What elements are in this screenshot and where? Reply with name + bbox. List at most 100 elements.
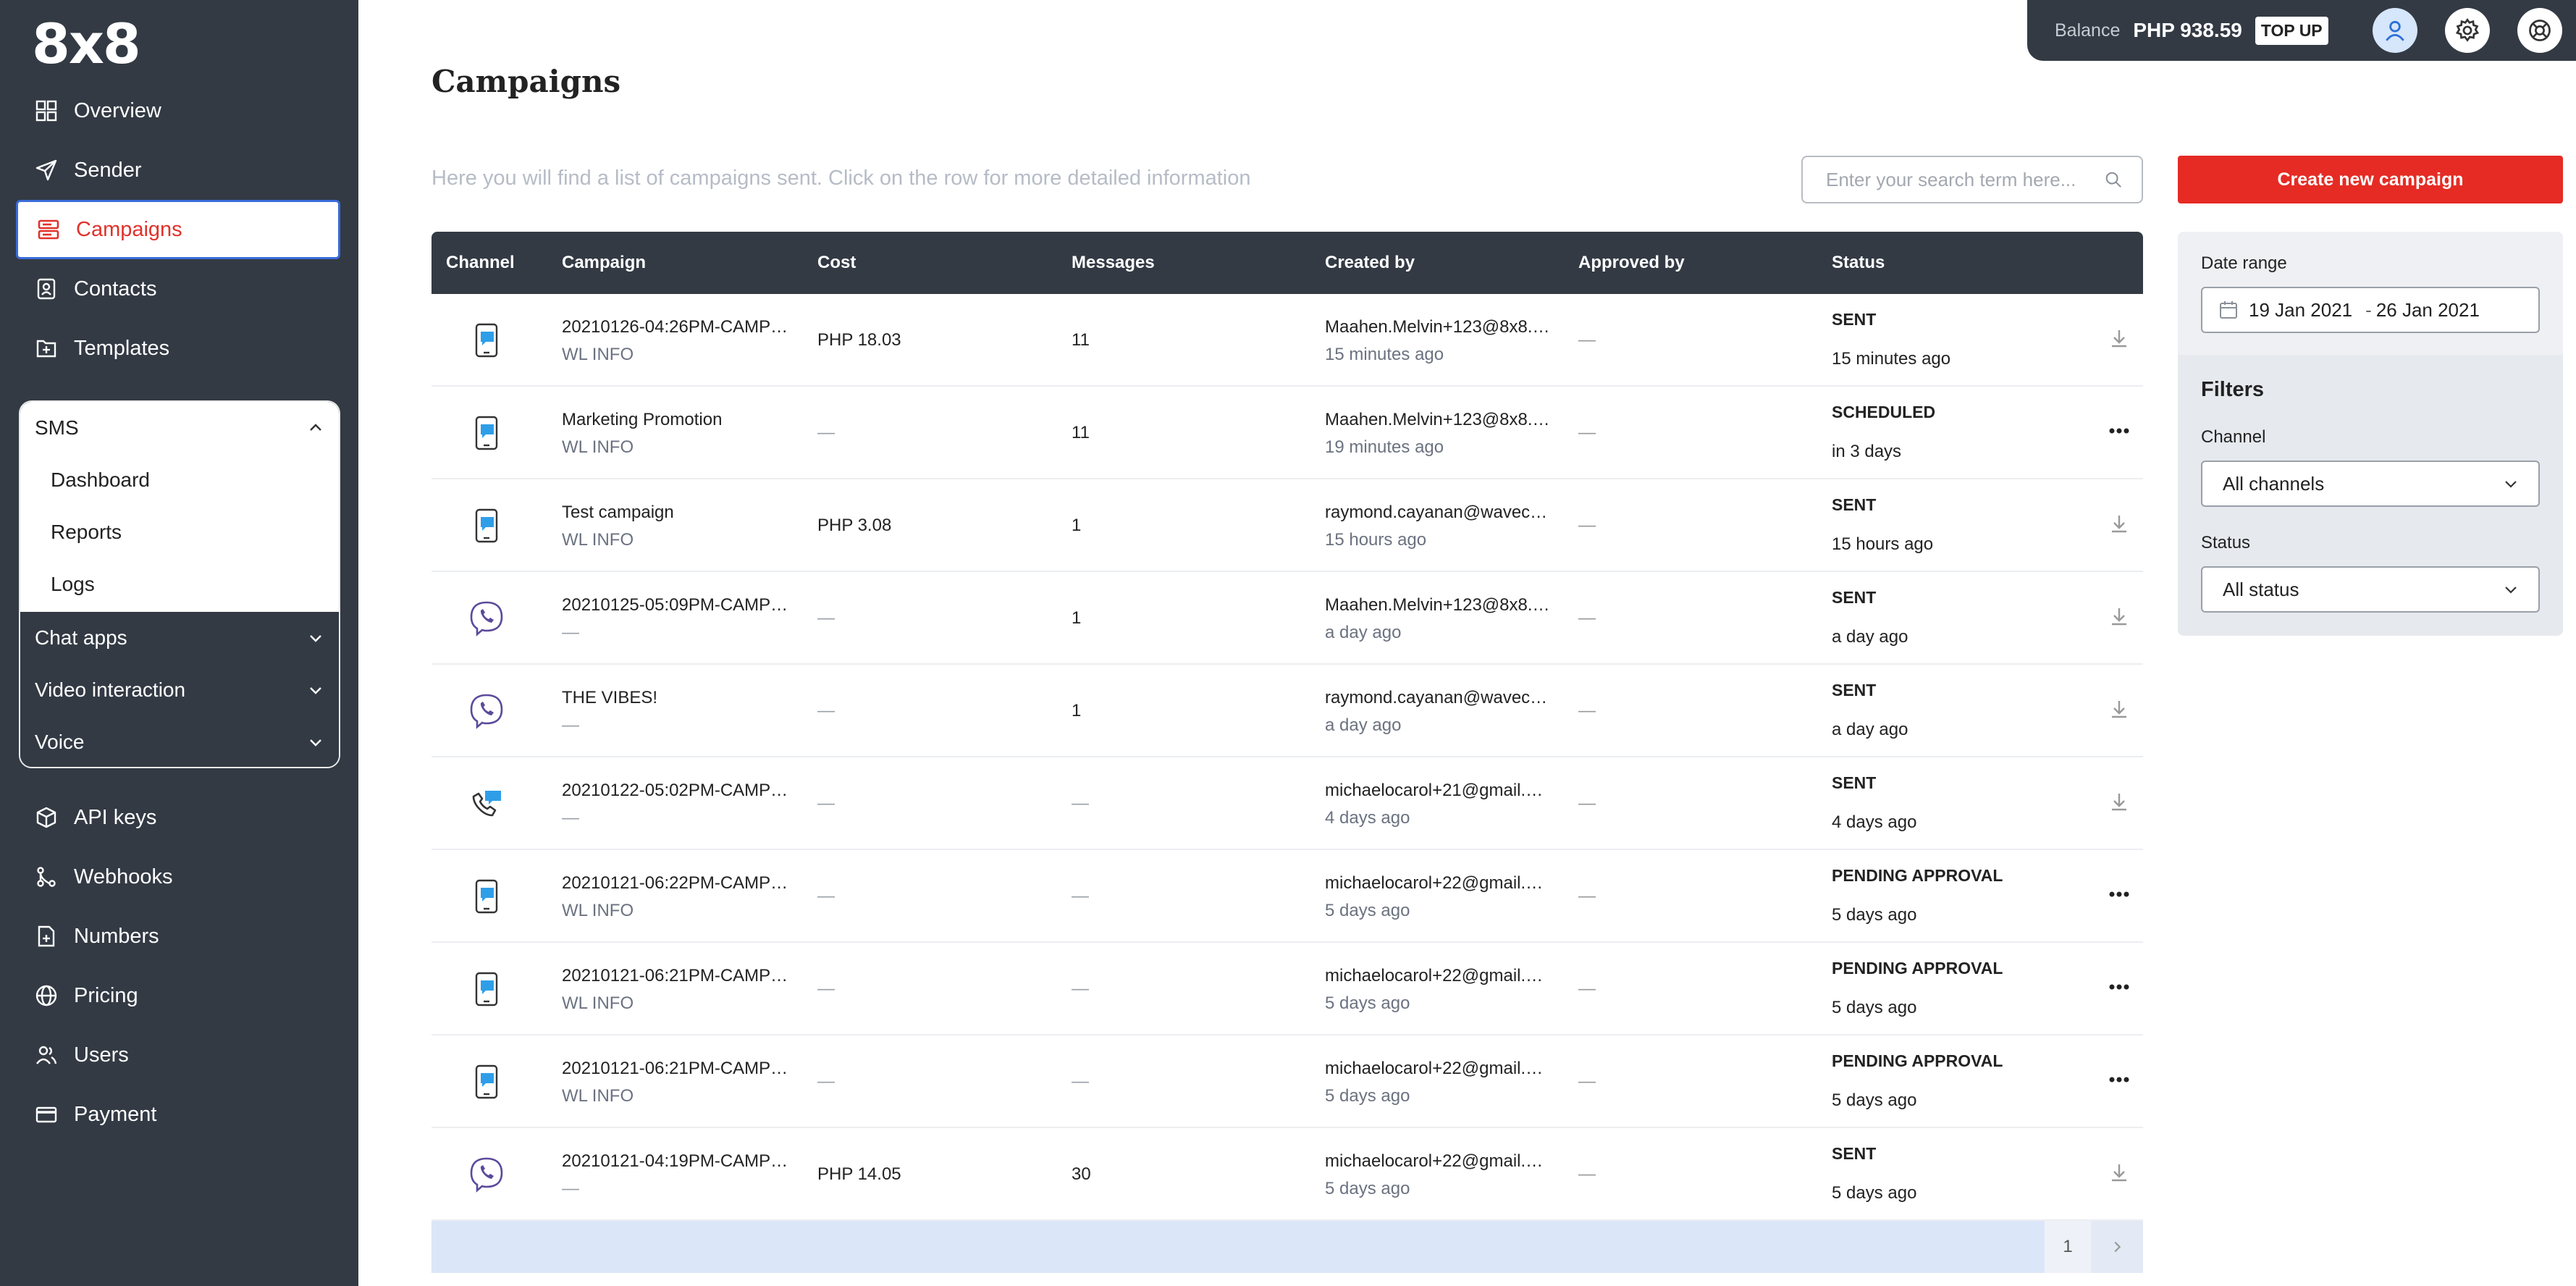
header-messages: Messages xyxy=(1072,253,1155,272)
status-badge: SENT xyxy=(1832,588,1877,607)
sms-group-toggle[interactable]: SMS xyxy=(20,402,339,454)
sms-sub-dashboard[interactable]: Dashboard xyxy=(20,454,339,506)
next-page-button[interactable] xyxy=(2091,1221,2143,1273)
nav-users[interactable]: Users xyxy=(16,1025,340,1085)
campaign-cost: — xyxy=(817,608,835,628)
download-button[interactable] xyxy=(2107,326,2131,350)
nav-templates-label: Templates xyxy=(74,336,170,360)
date-to[interactable]: 26 Jan 2021 xyxy=(2376,299,2480,322)
nav-pricing-label: Pricing xyxy=(74,983,138,1007)
created-time: 5 days ago xyxy=(1325,1086,1410,1106)
table-row[interactable]: 20210121-06:21PM-CAMP… WL INFO — — michaeloc… xyxy=(432,943,2143,1035)
campaigns-icon xyxy=(34,215,63,244)
campaign-messages: 30 xyxy=(1072,1164,1091,1184)
campaign-cost: PHP 14.05 xyxy=(817,1164,901,1184)
created-by: raymond.cayanan@wavec… xyxy=(1325,688,1548,707)
sms-channel-icon xyxy=(466,413,507,453)
campaign-name: Test campaign xyxy=(562,503,674,522)
numbers-icon xyxy=(32,922,61,951)
download-button[interactable] xyxy=(2107,789,2131,814)
create-campaign-button[interactable]: Create new campaign xyxy=(2178,156,2563,203)
approved-by: — xyxy=(1578,701,1596,720)
campaign-sender: WL INFO xyxy=(562,530,634,550)
nav-users-label: Users xyxy=(74,1043,129,1067)
date-from[interactable]: 19 Jan 2021 xyxy=(2249,299,2352,322)
campaign-messages: 11 xyxy=(1072,423,1090,442)
nav-numbers[interactable]: Numbers xyxy=(16,907,340,966)
group-chat-apps[interactable]: Chat apps xyxy=(20,612,339,664)
header-created-by: Created by xyxy=(1325,253,1415,272)
channel-filter-select[interactable]: All channels xyxy=(2201,461,2540,507)
user-icon xyxy=(2386,20,2404,41)
table-row[interactable]: 20210121-06:21PM-CAMP… WL INFO — — michaeloc… xyxy=(432,1035,2143,1128)
download-button[interactable] xyxy=(2107,697,2131,721)
approved-by: — xyxy=(1578,794,1596,813)
search-box[interactable] xyxy=(1801,156,2143,203)
chevron-down-icon xyxy=(310,635,321,642)
nav-api-keys-label: API keys xyxy=(74,805,157,829)
contacts-icon xyxy=(32,274,61,303)
status-filter-select[interactable]: All status xyxy=(2201,566,2540,613)
nav-contacts[interactable]: Contacts xyxy=(16,259,340,319)
created-time: 4 days ago xyxy=(1325,808,1410,828)
campaign-name: 20210122-05:02PM-CAMP… xyxy=(562,781,788,800)
more-dots-icon xyxy=(2107,428,2131,447)
campaign-sender: WL INFO xyxy=(562,345,634,364)
nav-api-keys[interactable]: API keys xyxy=(16,788,340,847)
status-badge: SENT xyxy=(1832,773,1877,792)
sms-sub-reports[interactable]: Reports xyxy=(20,506,339,558)
settings-button[interactable] xyxy=(2445,8,2490,53)
created-by: michaelocarol+21@gmail.… xyxy=(1325,781,1544,800)
nav-payment[interactable]: Payment xyxy=(16,1085,340,1144)
header-channel: Channel xyxy=(446,253,515,272)
table-row[interactable]: Test campaign WL INFO PHP 3.08 1 raymond.cay… xyxy=(432,479,2143,572)
campaign-messages: 11 xyxy=(1072,330,1090,350)
group-video-interaction[interactable]: Video interaction xyxy=(20,664,339,716)
more-actions-button[interactable] xyxy=(2107,1067,2131,1092)
approved-by: — xyxy=(1578,516,1596,535)
created-by: Maahen.Melvin+123@8x8.… xyxy=(1325,410,1550,429)
chevron-down-icon xyxy=(2505,481,2517,488)
nav-sender[interactable]: Sender xyxy=(16,140,340,200)
page-number-button[interactable]: 1 xyxy=(2045,1221,2091,1273)
nav-pricing[interactable]: Pricing xyxy=(16,966,340,1025)
more-actions-button[interactable] xyxy=(2107,975,2131,999)
group-voice[interactable]: Voice xyxy=(20,716,339,767)
gear-icon xyxy=(2455,18,2480,42)
sms-group: SMS Dashboard Reports Logs Chat apps Vid… xyxy=(19,400,340,768)
more-actions-button[interactable] xyxy=(2107,882,2131,907)
search-input[interactable] xyxy=(1824,167,2105,192)
sms-channel-icon xyxy=(466,876,507,917)
logo: 8x8 xyxy=(32,12,141,76)
created-time: 15 minutes ago xyxy=(1325,345,1444,364)
campaign-sender: WL INFO xyxy=(562,437,634,457)
table-row[interactable]: 20210121-06:22PM-CAMP… WL INFO — — michaeloc… xyxy=(432,850,2143,943)
nav-overview[interactable]: Overview xyxy=(16,81,340,140)
nav-templates[interactable]: Templates xyxy=(16,319,340,378)
created-time: 19 minutes ago xyxy=(1325,437,1444,457)
download-icon xyxy=(2107,701,2131,726)
send-icon xyxy=(32,156,61,185)
nav-webhooks[interactable]: Webhooks xyxy=(16,847,340,907)
table-row[interactable]: 20210121-04:19PM-CAMP… — PHP 14.05 30 michae… xyxy=(432,1128,2143,1221)
help-button[interactable] xyxy=(2517,8,2562,53)
campaign-messages: 1 xyxy=(1072,516,1082,535)
table-row[interactable]: Marketing Promotion WL INFO — 11 Maahen.Melv… xyxy=(432,387,2143,479)
download-button[interactable] xyxy=(2107,511,2131,536)
more-actions-button[interactable] xyxy=(2107,419,2131,443)
table-row[interactable]: 20210122-05:02PM-CAMP… — — — michaelocarol+2… xyxy=(432,757,2143,850)
download-button[interactable] xyxy=(2107,1160,2131,1185)
profile-button[interactable] xyxy=(2373,8,2417,53)
nav-campaigns[interactable]: Campaigns xyxy=(16,200,340,259)
top-up-button[interactable]: TOP UP xyxy=(2255,16,2328,45)
download-button[interactable] xyxy=(2107,604,2131,629)
voice-channel-icon xyxy=(466,783,507,824)
balance-bar: Balance PHP 938.59 TOP UP xyxy=(2027,0,2359,61)
table-row[interactable]: THE VIBES! — — 1 raymond.cayanan@wavec… a day… xyxy=(432,665,2143,757)
table-row[interactable]: 20210125-05:09PM-CAMP… — — 1 Maahen.Melvin+1… xyxy=(432,572,2143,665)
date-range-field[interactable]: 19 Jan 2021 - 26 Jan 2021 xyxy=(2201,287,2540,333)
sms-sub-logs[interactable]: Logs xyxy=(20,558,339,610)
table-row[interactable]: 20210126-04:26PM-CAMP… WL INFO PHP 18.03 11… xyxy=(432,294,2143,387)
group-chat-apps-label: Chat apps xyxy=(35,626,127,649)
campaign-name: 20210126-04:26PM-CAMP… xyxy=(562,317,788,337)
